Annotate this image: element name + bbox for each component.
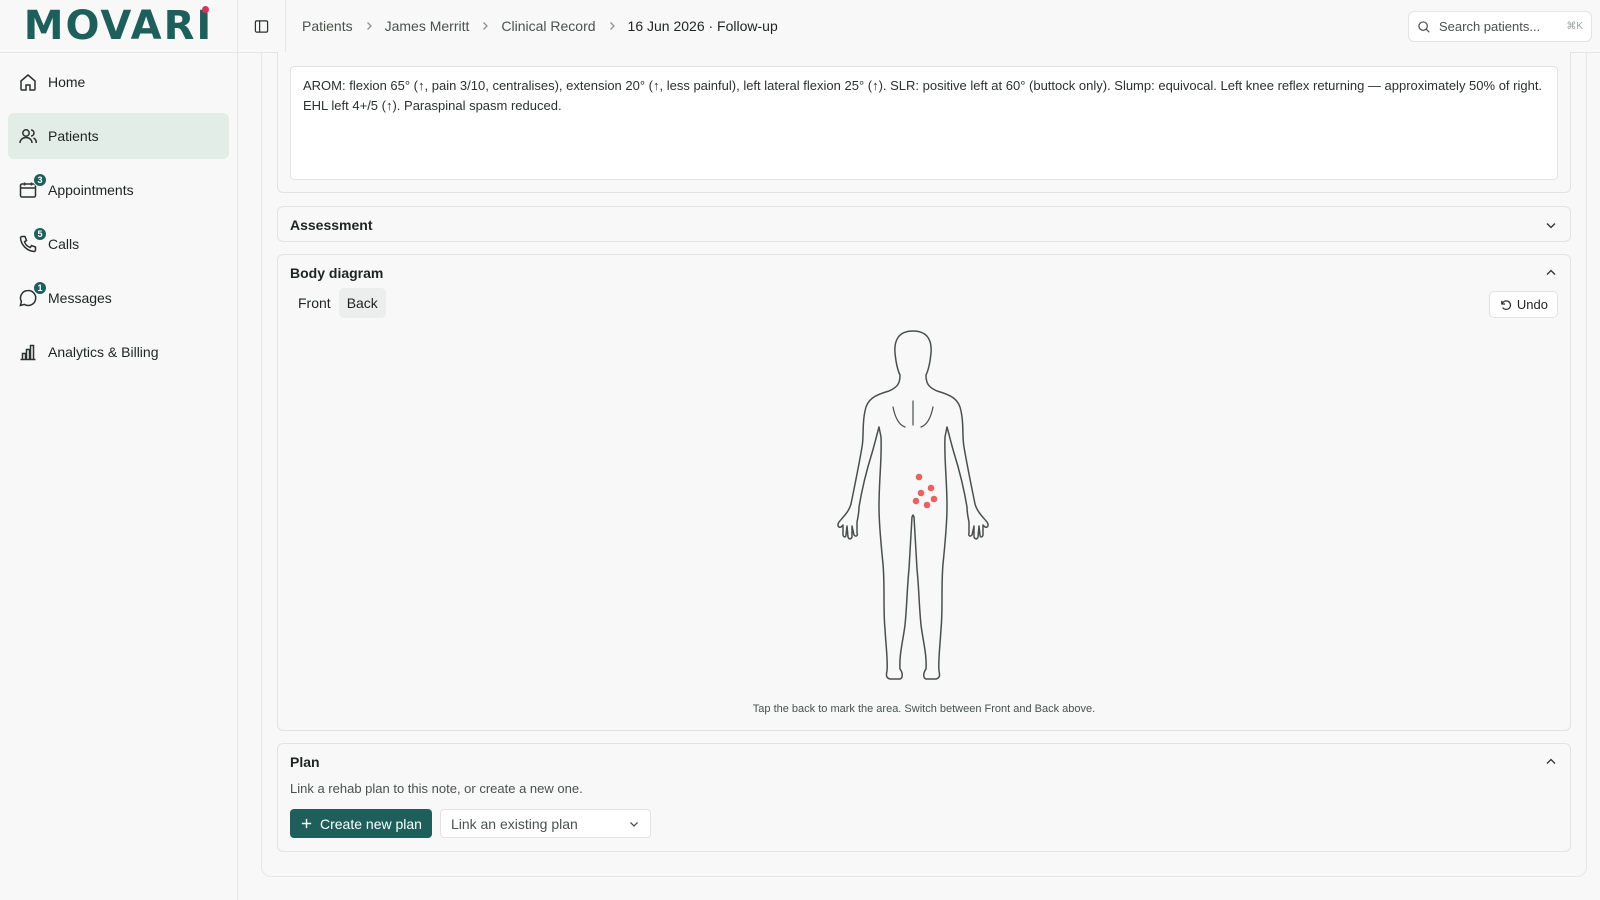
breadcrumb: Patients James Merritt Clinical Record 1… <box>286 18 778 34</box>
chevron-right-icon <box>606 20 618 32</box>
pain-marker[interactable] <box>912 497 920 505</box>
link-existing-plan-select[interactable]: Link an existing plan <box>439 809 651 838</box>
notification-badge: 5 <box>33 227 47 241</box>
sidebar-item-analytics-billing[interactable]: Analytics & Billing <box>8 329 229 375</box>
breadcrumb-patients[interactable]: Patients <box>302 18 353 34</box>
sidebar-item-label: Messages <box>48 290 112 306</box>
chevron-down-icon <box>629 821 638 827</box>
sidebar-item-label: Calls <box>48 236 80 252</box>
home-icon <box>18 72 38 92</box>
sidebar-item-label: Analytics & Billing <box>48 344 159 360</box>
body-diagram-hint: Tap the back to mark the area. Switch be… <box>752 703 1096 715</box>
sidebar-item-label: Appointments <box>48 182 134 198</box>
pain-marker[interactable] <box>917 489 925 497</box>
pain-marker[interactable] <box>923 501 931 509</box>
plan-title: Plan <box>290 754 320 770</box>
chevron-right-icon <box>363 20 375 32</box>
create-plan-label: Create new plan <box>320 815 422 832</box>
body-figure-back[interactable] <box>833 329 993 685</box>
plus-icon <box>301 818 312 829</box>
scapula-right <box>920 406 934 428</box>
body-outline <box>837 330 989 680</box>
logo-i: I <box>196 3 214 49</box>
pain-markers <box>912 473 938 509</box>
sidebar-toggle-button[interactable] <box>238 0 286 53</box>
create-new-plan-button[interactable]: Create new plan <box>290 809 432 838</box>
breadcrumb-current: 16 Jun 2026 · Follow-up <box>627 18 778 34</box>
notification-badge: 1 <box>33 281 47 295</box>
tab-front[interactable]: Front <box>290 288 339 318</box>
sidebar: MOVAR I Home Patients 3 Appointments 5 C… <box>0 0 238 900</box>
body-diagram-section: Body diagram Front Back Undo Tap the bac… <box>277 254 1571 731</box>
search-placeholder: Search patients... <box>1439 19 1541 34</box>
sidebar-item-patients[interactable]: Patients <box>8 113 229 159</box>
search-input[interactable]: Search patients... ⌘K <box>1408 11 1592 42</box>
body-diagram-title: Body diagram <box>290 265 384 281</box>
breadcrumb-clinical-record[interactable]: Clinical Record <box>501 18 595 34</box>
pain-marker[interactable] <box>930 495 938 503</box>
scapula-left <box>892 406 906 428</box>
sidebar-toggle-icon <box>254 19 269 33</box>
chevron-up-icon[interactable] <box>1544 755 1558 769</box>
plan-section: Plan Link a rehab plan to this note, or … <box>277 743 1571 852</box>
notification-badge: 3 <box>33 173 47 187</box>
objective-note-textarea[interactable]: AROM: flexion 65° (↑, pain 3/10, central… <box>290 66 1558 180</box>
chevron-right-icon <box>479 20 491 32</box>
plan-description: Link a rehab plan to this note, or creat… <box>290 781 583 796</box>
pain-marker[interactable] <box>915 473 923 481</box>
pain-marker[interactable] <box>927 484 935 492</box>
bar-chart-icon <box>18 342 38 362</box>
users-icon <box>18 126 38 146</box>
logo-letters: MOVAR <box>23 3 197 49</box>
calendar-icon: 3 <box>18 173 47 200</box>
select-placeholder: Link an existing plan <box>450 815 578 832</box>
undo-icon <box>1501 300 1511 310</box>
chevron-down-icon[interactable] <box>1544 218 1558 232</box>
sidebar-item-messages[interactable]: 1 Messages <box>8 275 229 321</box>
sidebar-item-label: Home <box>48 74 86 90</box>
phone-icon: 5 <box>18 227 47 254</box>
tab-back[interactable]: Back <box>338 288 386 318</box>
clinical-note: AROM: flexion 65° (↑, pain 3/10, central… <box>261 52 1587 877</box>
message-icon: 1 <box>18 281 47 308</box>
assessment-section[interactable]: Assessment <box>277 206 1571 242</box>
assessment-title: Assessment <box>290 217 373 233</box>
body-view-tabs: Front Back <box>290 288 386 318</box>
sidebar-item-calls[interactable]: 5 Calls <box>8 221 229 267</box>
undo-button[interactable]: Undo <box>1488 291 1558 318</box>
sidebar-item-label: Patients <box>48 128 99 144</box>
search-icon <box>1418 20 1430 33</box>
sidebar-item-home[interactable]: Home <box>8 59 229 105</box>
undo-label: Undo <box>1516 297 1548 312</box>
logo-text: MOVAR I <box>24 3 214 49</box>
sidebar-nav: Home Patients 3 Appointments 5 Calls 1 M… <box>0 53 237 389</box>
chevron-up-icon[interactable] <box>1544 266 1558 280</box>
logo[interactable]: MOVAR I <box>0 0 237 53</box>
breadcrumb-patient[interactable]: James Merritt <box>385 18 470 34</box>
sidebar-item-appointments[interactable]: 3 Appointments <box>8 167 229 213</box>
top-bar: Patients James Merritt Clinical Record 1… <box>238 0 1600 53</box>
objective-section: AROM: flexion 65° (↑, pain 3/10, central… <box>277 52 1571 193</box>
search-shortcut: ⌘K <box>1566 21 1583 32</box>
